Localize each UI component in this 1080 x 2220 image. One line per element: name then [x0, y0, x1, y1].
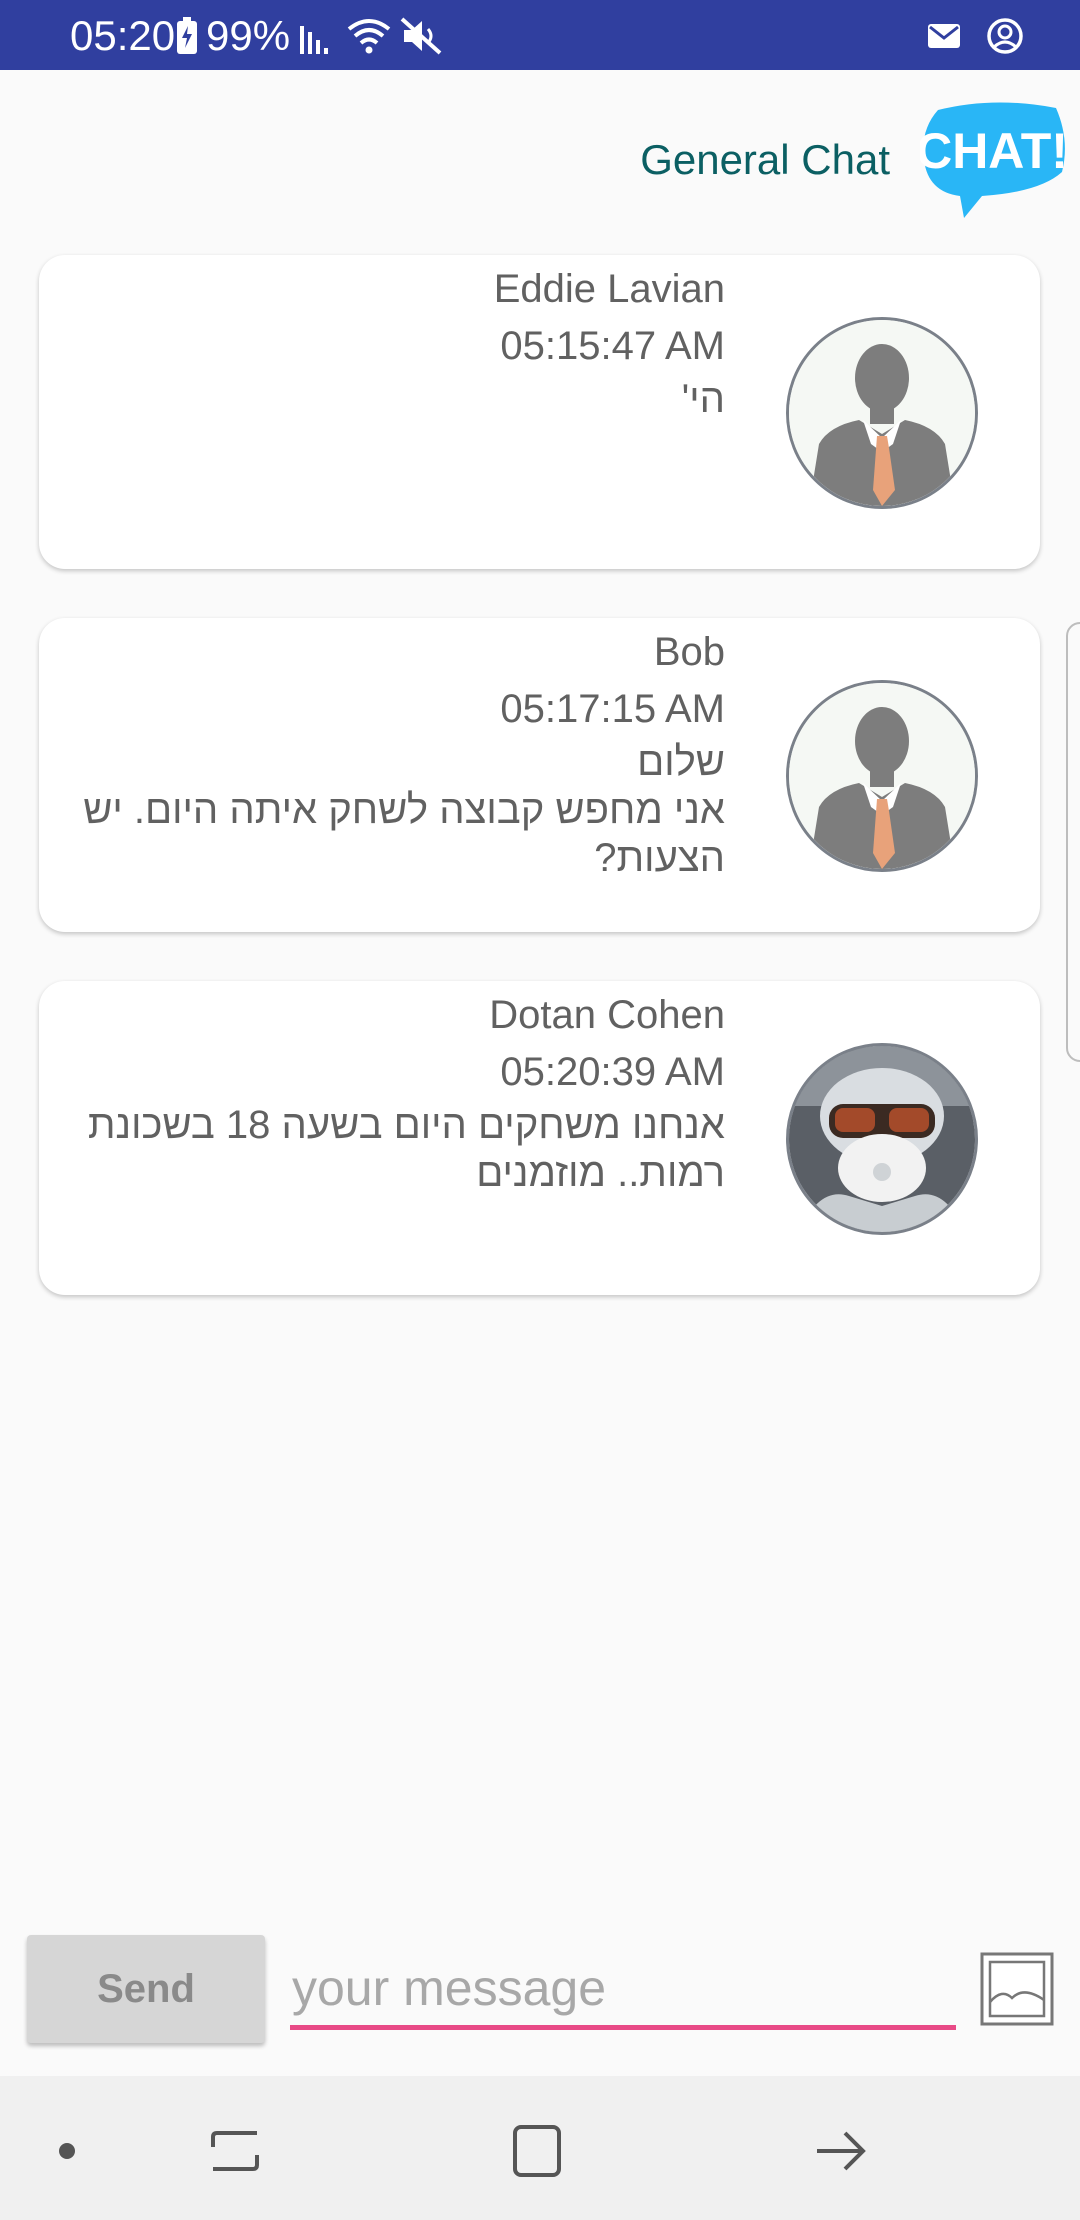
- battery-charging-icon: [177, 17, 197, 54]
- message-time: 05:15:47 AM: [500, 324, 725, 368]
- message-text: הי': [681, 377, 725, 421]
- message-input[interactable]: [290, 1950, 956, 2030]
- message-card[interactable]: Eddie Lavian 05:15:47 AM הי': [39, 255, 1040, 569]
- chat-logo: CHAT!: [920, 102, 1068, 218]
- status-time: 05:20: [70, 12, 176, 59]
- mute-icon: [400, 17, 442, 55]
- chat-logo-text: CHAT!: [920, 123, 1068, 179]
- default-person-icon: [789, 320, 975, 506]
- sender-name: Dotan Cohen: [489, 993, 725, 1037]
- message-time: 05:20:39 AM: [500, 1050, 725, 1094]
- back-icon[interactable]: [806, 2116, 876, 2186]
- navigation-bar: [0, 2076, 1080, 2220]
- avatar[interactable]: [786, 1043, 978, 1235]
- wifi-icon: [347, 19, 391, 54]
- scroll-handle[interactable]: [1066, 622, 1080, 1062]
- page-title: General Chat: [640, 136, 890, 183]
- message-text: אנחנו משחקים היום בשעה 18 בשכונת רמות.. …: [87, 1103, 725, 1195]
- image-picker-icon[interactable]: [980, 1952, 1054, 2026]
- sender-name: Eddie Lavian: [493, 267, 725, 311]
- message-time: 05:17:15 AM: [500, 687, 725, 731]
- recents-icon[interactable]: [200, 2116, 270, 2186]
- photo-avatar: [789, 1046, 975, 1232]
- home-icon[interactable]: [502, 2116, 572, 2186]
- default-person-icon: [789, 683, 975, 869]
- sender-name: Bob: [653, 630, 725, 674]
- avatar[interactable]: [786, 680, 978, 872]
- send-button[interactable]: Send: [27, 1935, 265, 2043]
- message-text: שלום אני מחפש קבוצה לשחק איתה היום. יש ה…: [83, 740, 725, 880]
- account-icon: [987, 18, 1023, 54]
- mail-icon: [928, 24, 960, 48]
- nav-dot-icon[interactable]: [32, 2116, 102, 2186]
- message-card[interactable]: Bob 05:17:15 AM שלום אני מחפש קבוצה לשחק…: [39, 618, 1040, 932]
- status-bar: 05:20 99%: [0, 0, 1080, 70]
- avatar[interactable]: [786, 317, 978, 509]
- message-card[interactable]: Dotan Cohen 05:20:39 AM אנחנו משחקים היו…: [39, 981, 1040, 1295]
- battery-percent: 99%: [206, 12, 291, 59]
- signal-icon: [300, 26, 329, 54]
